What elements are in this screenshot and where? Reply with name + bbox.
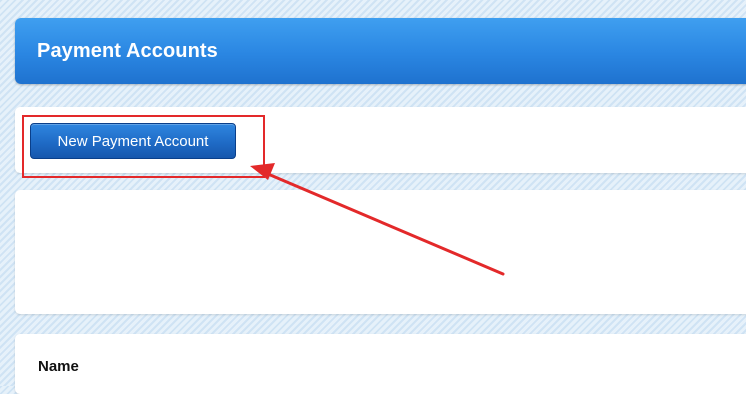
- table-column-header-name: Name: [38, 358, 79, 375]
- page-header: Payment Accounts: [15, 18, 746, 84]
- new-payment-account-button[interactable]: New Payment Account: [30, 123, 236, 159]
- content-panel: [15, 190, 746, 314]
- page-title: Payment Accounts: [37, 40, 218, 62]
- table-panel: [15, 334, 746, 394]
